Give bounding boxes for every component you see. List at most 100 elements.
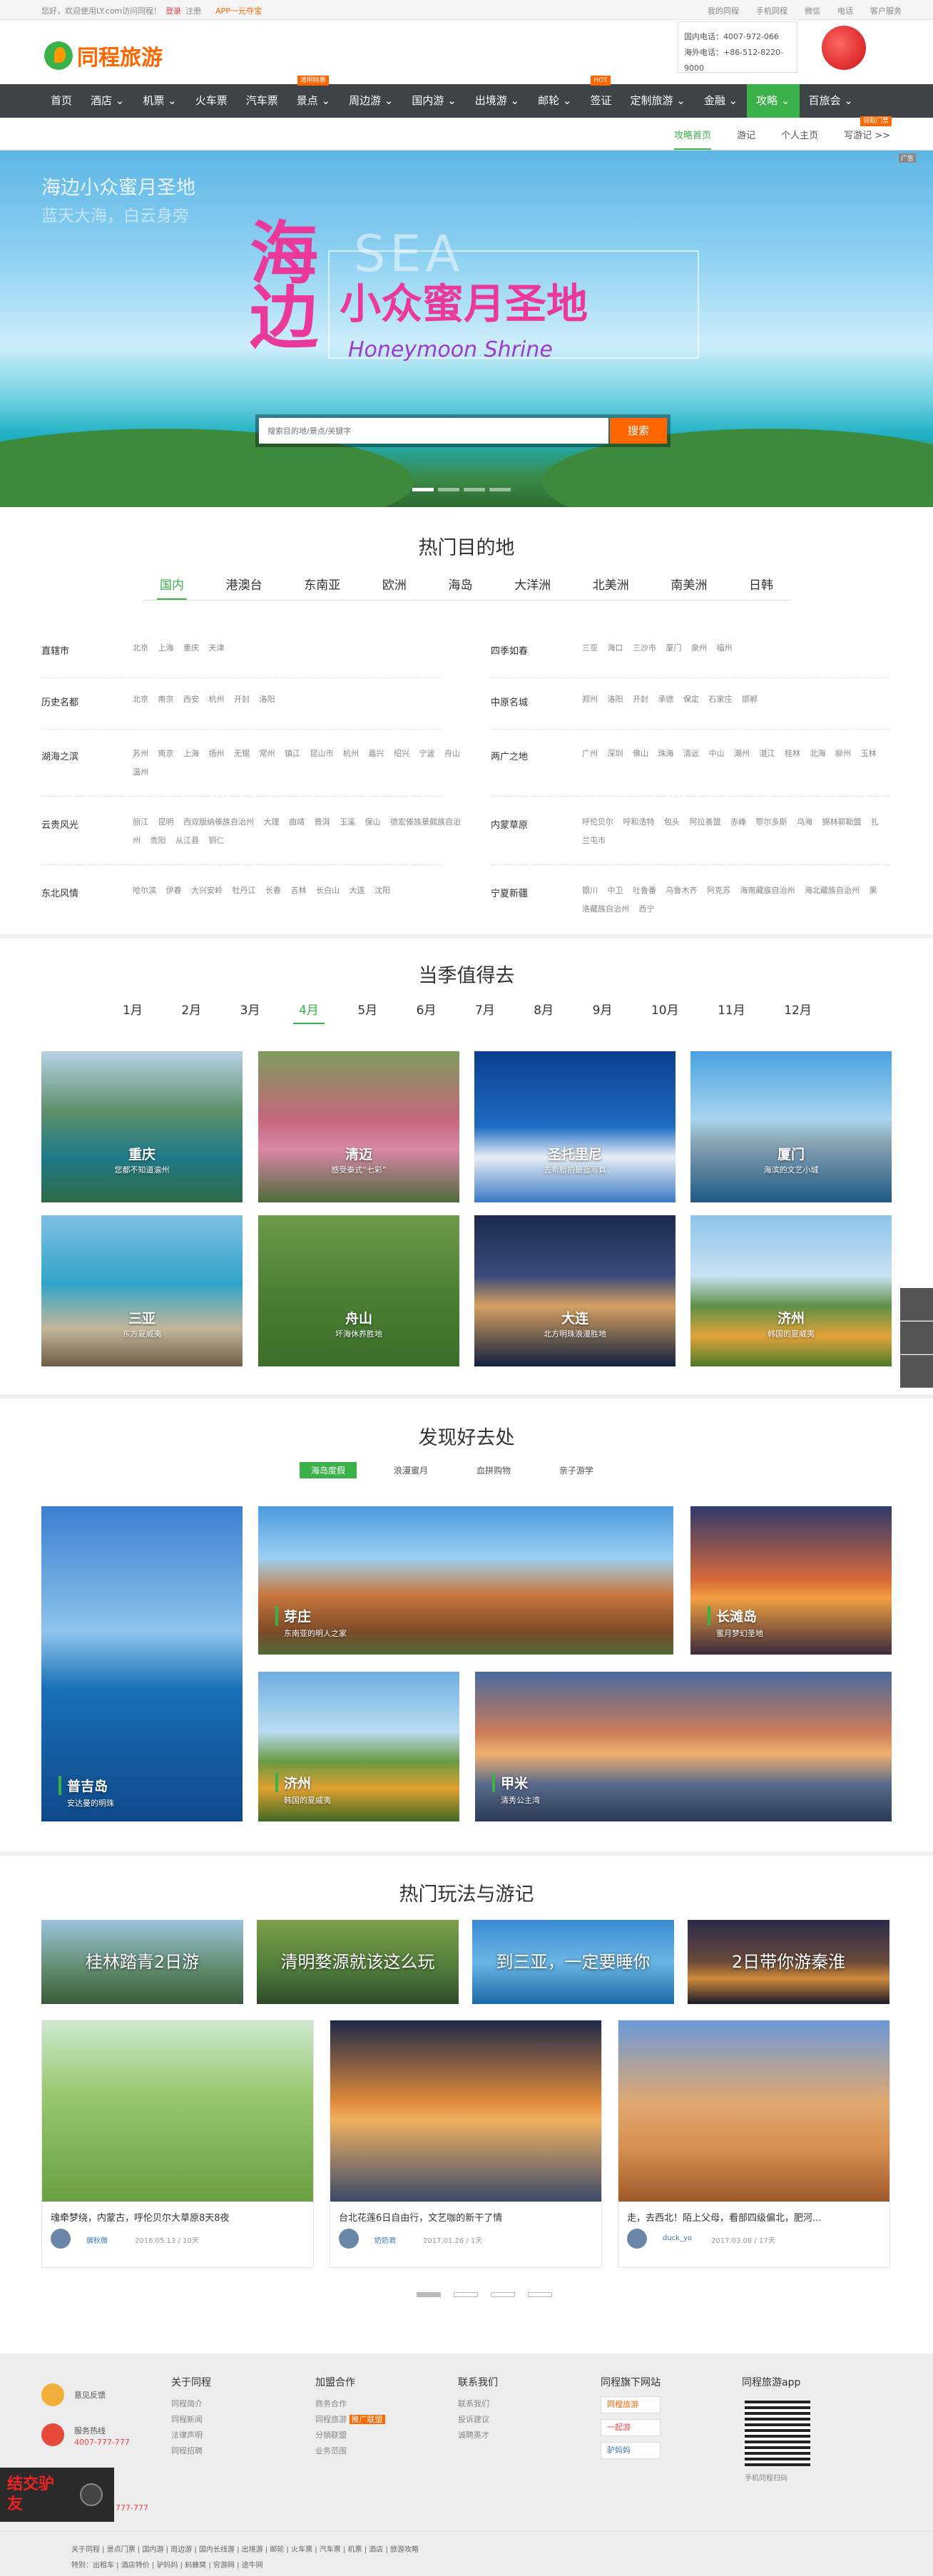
dest-group-cities[interactable]: 郑州 洛阳 开封 承德 保定 石家庄 邯郸	[582, 690, 932, 709]
nav-domestic[interactable]: 国内游 ⌄	[402, 84, 465, 118]
pager-dot[interactable]	[454, 2292, 478, 2297]
note-title[interactable]: 走，去西北！陌上父母，看部四级偏北，肥河...	[627, 2210, 881, 2224]
subnav-notes[interactable]: 游记	[737, 128, 755, 150]
hero-banner[interactable]: 海边小众蜜月圣地 蓝天大海，白云身旁 SEA 海 边 小众蜜月圣地 Honeym…	[0, 150, 933, 507]
tab-oceania[interactable]: 大洋洲	[511, 575, 554, 600]
app-link[interactable]: APP一元夺宝	[215, 5, 262, 16]
discover-tab[interactable]: 海岛度假	[300, 1462, 357, 1478]
dest-group-cities[interactable]: 三亚 海口 三沙市 厦门 泉州 福州	[582, 639, 932, 658]
discover-tab[interactable]: 血拼购物	[465, 1462, 522, 1478]
season-card[interactable]: 重庆 您都不知道渝州	[41, 1051, 243, 1202]
sister-site-link[interactable]: 一起游	[601, 2419, 661, 2436]
discover-card[interactable]: 芽庄 东南亚的明人之家	[258, 1506, 673, 1655]
nav-bus[interactable]: 汽车票	[237, 84, 287, 118]
play-card[interactable]: 2日带你游秦淮	[688, 1920, 889, 2004]
footer-link[interactable]: 商务合作	[315, 2396, 385, 2412]
float-tool-icon[interactable]	[900, 1288, 933, 1321]
footer-link[interactable]: 业务范围	[315, 2443, 385, 2459]
login-link[interactable]: 登录	[165, 5, 181, 16]
tab-jk[interactable]: 日韩	[746, 575, 776, 600]
float-tool-icon[interactable]	[900, 1322, 933, 1354]
sister-site-link[interactable]: 驴妈妈	[601, 2442, 661, 2459]
nav-custom[interactable]: 定制旅游 ⌄	[621, 84, 694, 118]
carousel-dot[interactable]	[489, 488, 511, 491]
month-tab[interactable]: 9月	[587, 998, 618, 1024]
nav-train[interactable]: 火车票	[186, 84, 237, 118]
tab-na[interactable]: 北美洲	[590, 575, 632, 600]
feedback-icon[interactable]	[41, 2383, 64, 2406]
dest-group-cities[interactable]: 呼伦贝尔 呼和浩特 包头 阿拉善盟 赤峰 鄂尔多斯 乌海 锡林郭勒盟 扎兰屯市	[582, 813, 882, 850]
month-tab[interactable]: 6月	[411, 998, 442, 1024]
month-tab[interactable]: 1月	[117, 998, 148, 1024]
register-link[interactable]: 注册	[185, 5, 201, 16]
season-card[interactable]: 济州 韩国的夏威夷	[690, 1215, 892, 1366]
nav-finance[interactable]: 金融 ⌄	[695, 84, 747, 118]
carousel-dot[interactable]	[464, 488, 485, 491]
season-card[interactable]: 圣托里尼 去希腊拍最蓝写真	[474, 1051, 675, 1202]
note-title[interactable]: 台北花莲6日自由行，文艺咖的新干了情	[339, 2210, 593, 2224]
month-tab[interactable]: 11月	[712, 998, 751, 1024]
month-tab[interactable]: 4月	[292, 998, 325, 1024]
play-card[interactable]: 到三亚，一定要睡你	[472, 1920, 674, 2004]
month-tab[interactable]: 12月	[778, 998, 817, 1024]
search-button[interactable]: 搜索	[610, 418, 667, 444]
nav-guide[interactable]: 攻略 ⌄	[747, 84, 800, 118]
pager-dot[interactable]	[528, 2292, 552, 2297]
carousel-dot[interactable]	[412, 488, 434, 491]
season-card[interactable]: 三亚 东方夏威夷	[41, 1215, 243, 1366]
footer-link[interactable]: 同程招聘	[171, 2443, 211, 2459]
dest-group-cities[interactable]: 丽江 昆明 西双版纳傣族自治州 大理 曲靖 普洱 玉溪 保山 德宏傣族景颇族自治…	[133, 813, 461, 850]
subnav-home[interactable]: 攻略首页	[674, 128, 712, 150]
season-card[interactable]: 清迈 感受泰式“七彩”	[258, 1051, 459, 1202]
dest-group-cities[interactable]: 银川 中卫 吐鲁番 乌鲁木齐 阿克苏 海南藏族自治州 海北藏族自治州 果洛藏族自…	[582, 881, 882, 919]
nav-hotel[interactable]: 酒店 ⌄	[81, 84, 133, 118]
promo-badge-icon[interactable]	[822, 26, 866, 70]
topbar-phone[interactable]: 电话	[837, 5, 853, 16]
dest-group-cities[interactable]: 苏州 南京 上海 扬州 无锡 常州 镇江 昆山市 杭州 嘉兴 绍兴 宁波 舟山 …	[133, 745, 461, 782]
month-tab[interactable]: 5月	[352, 998, 383, 1024]
note-author[interactable]: duck_yo	[663, 2234, 692, 2242]
topbar-my[interactable]: 我的同程	[708, 5, 739, 16]
discover-card[interactable]: 长滩岛 蜜月梦幻圣地	[690, 1506, 892, 1655]
tab-europe[interactable]: 欧洲	[379, 575, 409, 600]
topbar-wechat[interactable]: 微信	[805, 5, 820, 16]
month-tab[interactable]: 3月	[235, 998, 266, 1024]
discover-card[interactable]: 甲米 清秀公主湾	[475, 1672, 892, 1821]
footer-partners[interactable]: 特别：出租车 | 酒店特价 | 驴妈妈 | 蚂蜂窝 | 穷游网 | 途牛网	[71, 2558, 862, 2574]
note-author[interactable]: 展秋微	[86, 2234, 108, 2245]
float-tool-icon[interactable]	[900, 1355, 933, 1388]
discover-card[interactable]: 济州 韩国的夏威夷	[258, 1672, 459, 1821]
topbar-mobile[interactable]: 手机同程	[756, 5, 787, 16]
search-input[interactable]	[259, 418, 608, 444]
month-tab[interactable]: 8月	[528, 998, 559, 1024]
travel-note[interactable]: 魂牵梦绕，内蒙古，呼伦贝尔大草原8天8夜 展秋微 2016.05.13 / 10…	[41, 2020, 314, 2268]
nav-visa[interactable]: HOT 签证	[581, 76, 621, 118]
dest-group-cities[interactable]: 哈尔滨 伊春 大兴安岭 牡丹江 长春 吉林 长白山 大连 沈阳	[133, 881, 461, 900]
footer-sitemap[interactable]: 关于同程 | 景点门票 | 国内游 | 周边游 | 国内长线游 | 出境游 | …	[71, 2542, 862, 2558]
discover-tab[interactable]: 亲子游学	[548, 1462, 605, 1478]
nav-home[interactable]: 首页	[41, 84, 81, 118]
topbar-service[interactable]: 客户服务	[870, 5, 902, 16]
nav-flight[interactable]: 机票 ⌄	[133, 84, 185, 118]
nav-outbound[interactable]: 出境游 ⌄	[466, 84, 529, 118]
tab-island[interactable]: 海岛	[446, 575, 476, 600]
nav-cruise[interactable]: 邮轮 ⌄	[529, 84, 581, 118]
footer-link[interactable]: 法律声明	[171, 2428, 211, 2443]
travel-note[interactable]: 走，去西北！陌上父母，看部四级偏北，肥河... duck_yo 2017.03.…	[618, 2020, 890, 2268]
footer-link[interactable]: 同程旅游 推广联盟	[315, 2412, 385, 2428]
dest-group-cities[interactable]: 北京 上海 重庆 天津	[133, 639, 482, 658]
travel-note[interactable]: 台北花莲6日自由行，文艺咖的新干了情 奶奶君 2017.01.26 / 1天	[330, 2020, 602, 2268]
pager-dot[interactable]	[417, 2292, 441, 2297]
dest-group-cities[interactable]: 广州 深圳 佛山 珠海 清远 中山 潮州 湛江 桂林 北海 柳州 玉林	[582, 745, 882, 763]
nav-nearby[interactable]: 周边游 ⌄	[340, 84, 402, 118]
tab-hk[interactable]: 港澳台	[223, 575, 265, 600]
footer-link[interactable]: 诚聘英才	[458, 2428, 498, 2443]
subnav-profile[interactable]: 个人主页	[781, 128, 818, 150]
footer-link[interactable]: 投诉建议	[458, 2412, 498, 2428]
season-card[interactable]: 厦门 海滨的文艺小城	[690, 1051, 892, 1202]
discover-tab[interactable]: 浪漫蜜月	[382, 1462, 439, 1478]
friend-badge[interactable]: 结交驴友	[0, 2468, 114, 2522]
pager-dot[interactable]	[491, 2292, 515, 2297]
discover-card[interactable]: 普吉岛 安达曼的明珠	[41, 1506, 243, 1821]
month-tab[interactable]: 10月	[646, 998, 685, 1024]
